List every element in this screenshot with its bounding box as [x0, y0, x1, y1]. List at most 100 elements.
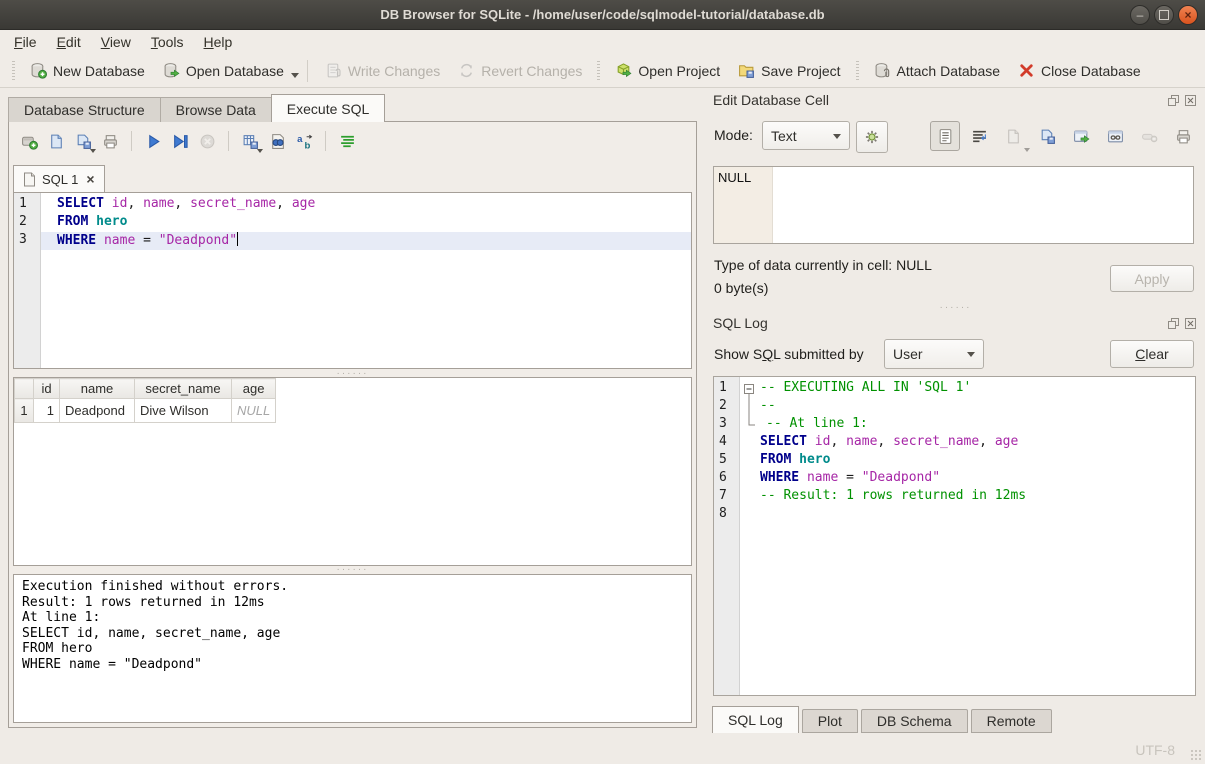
export-results-icon[interactable]	[240, 131, 260, 151]
row-header[interactable]: 1	[15, 399, 34, 423]
open-in-external-icon[interactable]	[1066, 121, 1096, 151]
chevron-down-icon	[833, 134, 841, 139]
chevron-down-icon	[967, 352, 975, 357]
log-filter-value: User	[893, 346, 923, 362]
cell-id[interactable]: 1	[34, 399, 60, 423]
status-bar: UTF-8	[0, 735, 1205, 764]
text-mode-icon[interactable]	[930, 121, 960, 151]
cell-name[interactable]: Deadpond	[60, 399, 135, 423]
find-replace-icon[interactable]: ab	[294, 131, 314, 151]
results-grid: idnamesecret_nameage11DeadpondDive Wilso…	[13, 377, 692, 566]
dock-tab-sql-log[interactable]: SQL Log	[712, 706, 799, 733]
close-sql-tab-icon[interactable]: ×	[86, 171, 94, 187]
close-dock-icon[interactable]	[1183, 316, 1197, 330]
maximize-button[interactable]	[1154, 5, 1174, 25]
log-filter-select[interactable]: User	[884, 339, 984, 369]
tab-database-structure[interactable]: Database Structure	[8, 97, 161, 122]
sql-editor-line[interactable]: FROM hero	[41, 214, 691, 232]
attach-database-icon	[874, 62, 891, 79]
new-database-button[interactable]: New Database	[21, 57, 154, 85]
open-database-button[interactable]: Open Database	[154, 57, 293, 85]
sql-log-line: -- At line 1:	[740, 416, 1195, 434]
tab-browse-data[interactable]: Browse Data	[160, 97, 272, 122]
open-project-button[interactable]: Open Project	[606, 57, 729, 85]
print-sql-icon[interactable]	[100, 131, 120, 151]
close-dock-icon[interactable]	[1183, 93, 1197, 107]
auto-apply-button[interactable]	[856, 121, 888, 153]
sql-editor-line[interactable]: SELECT id, name, secret_name, age	[41, 196, 691, 214]
execute-current-line-icon[interactable]	[170, 131, 190, 151]
float-dock-icon[interactable]	[1166, 93, 1180, 107]
encoding-indicator[interactable]: UTF-8	[1135, 742, 1175, 758]
minimize-button[interactable]: –	[1130, 5, 1150, 25]
sql-document-tab[interactable]: SQL 1 ×	[13, 165, 105, 192]
print-cell-icon[interactable]	[1168, 121, 1198, 151]
export-data-icon[interactable]	[1032, 121, 1062, 151]
column-header-secret_name[interactable]: secret_name	[135, 379, 232, 399]
word-wrap-icon[interactable]	[964, 121, 994, 151]
splitter-handle[interactable]: ······	[9, 567, 696, 573]
find-icon[interactable]	[267, 131, 287, 151]
revert-changes-icon	[458, 62, 475, 79]
attach-database-button[interactable]: Attach Database	[865, 57, 1010, 85]
cell-age[interactable]: NULL	[232, 399, 276, 423]
sql-editor-line[interactable]: WHERE name = "Deadpond"	[41, 232, 691, 250]
table-row: 11DeadpondDive WilsonNULL	[15, 399, 276, 423]
column-header-name[interactable]: name	[60, 379, 135, 399]
dock-tab-plot[interactable]: Plot	[802, 709, 858, 733]
import-data-icon[interactable]	[998, 121, 1028, 151]
revert-changes-label: Revert Changes	[481, 63, 582, 79]
toolbar-separator	[228, 131, 229, 151]
open-sql-file-icon[interactable]	[46, 131, 66, 151]
column-header-age[interactable]: age	[232, 379, 276, 399]
edit-cell-dock-title: Edit Database Cell	[713, 92, 829, 108]
float-dock-icon[interactable]	[1166, 316, 1180, 330]
menu-view[interactable]: View	[91, 32, 141, 52]
cell-editor-toolbar	[930, 121, 1198, 151]
cell-editor[interactable]: NULL	[713, 166, 1194, 244]
open-project-label: Open Project	[638, 63, 720, 79]
save-project-button[interactable]: Save Project	[729, 57, 849, 85]
clear-log-button[interactable]: Clear	[1110, 340, 1194, 368]
apply-button[interactable]: Apply	[1110, 265, 1194, 292]
mode-label: Mode:	[714, 127, 753, 143]
toolbar-handle	[597, 61, 600, 81]
save-sql-file-icon[interactable]	[73, 131, 93, 151]
open-database-dropdown-arrow[interactable]	[291, 73, 299, 78]
format-sql-icon[interactable]	[337, 131, 357, 151]
write-changes-button[interactable]: Write Changes	[316, 57, 449, 85]
sql-editor-code[interactable]: SELECT id, name, secret_name, ageFROM he…	[41, 193, 691, 368]
revert-changes-button[interactable]: Revert Changes	[449, 57, 591, 85]
sql-log-view[interactable]: 12345678 -- EXECUTING ALL IN 'SQL 1'----…	[713, 376, 1196, 696]
menu-edit[interactable]: Edit	[47, 32, 91, 52]
new-database-label: New Database	[53, 63, 145, 79]
stop-execution-icon[interactable]	[197, 131, 217, 151]
tab-execute-sql[interactable]: Execute SQL	[271, 94, 386, 122]
close-database-button[interactable]: Close Database	[1009, 57, 1150, 85]
splitter-handle[interactable]: ······	[706, 305, 1205, 311]
close-database-icon	[1018, 62, 1035, 79]
attach-database-label: Attach Database	[897, 63, 1001, 79]
copy-as-link-icon[interactable]	[1100, 121, 1130, 151]
dock-tab-remote[interactable]: Remote	[971, 709, 1052, 733]
column-header-id[interactable]: id	[34, 379, 60, 399]
results-table: idnamesecret_nameage11DeadpondDive Wilso…	[14, 378, 276, 423]
sql-editor[interactable]: 123 SELECT id, name, secret_name, ageFRO…	[13, 192, 692, 369]
toolbar-separator	[325, 131, 326, 151]
sql-log-code: -- EXECUTING ALL IN 'SQL 1'---- At line …	[740, 377, 1195, 695]
mode-select[interactable]: Text	[762, 121, 850, 150]
save-project-icon	[738, 62, 755, 79]
sql-log-line: WHERE name = "Deadpond"	[740, 470, 1195, 488]
resize-grip-icon[interactable]	[1190, 749, 1202, 761]
cell-secret_name[interactable]: Dive Wilson	[135, 399, 232, 423]
dock-tab-db-schema[interactable]: DB Schema	[861, 709, 968, 733]
open-sql-tab-icon[interactable]	[19, 131, 39, 151]
dock-area: Edit Database Cell Mode: Text NULL Type …	[706, 88, 1205, 735]
toolbar-handle	[12, 61, 15, 81]
execute-all-icon[interactable]	[143, 131, 163, 151]
set-null-icon[interactable]	[1134, 121, 1164, 151]
menu-file[interactable]: File	[4, 32, 47, 52]
menu-tools[interactable]: Tools	[141, 32, 194, 52]
close-button[interactable]: ×	[1178, 5, 1198, 25]
menu-help[interactable]: Help	[194, 32, 243, 52]
